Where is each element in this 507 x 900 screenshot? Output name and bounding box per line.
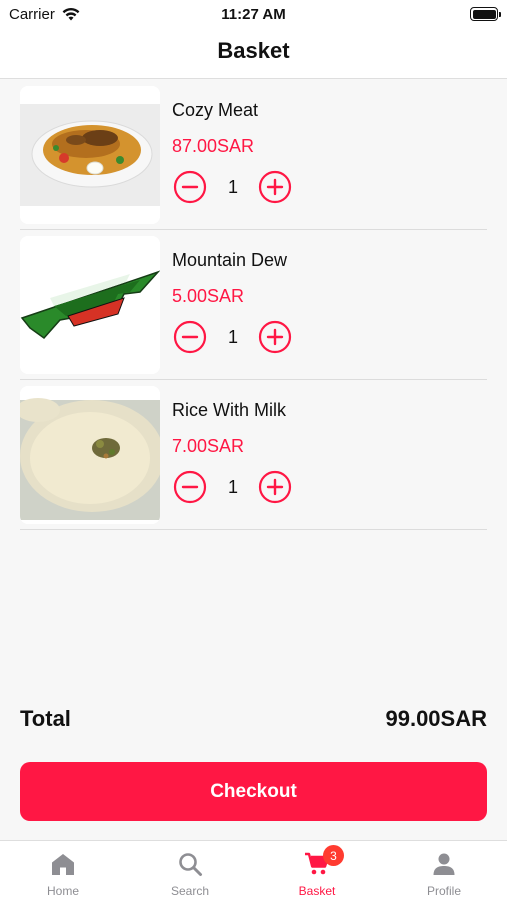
tab-home[interactable]: Home [0, 841, 126, 900]
status-bar: Carrier 11:27 AM [0, 0, 507, 30]
clock: 11:27 AM [221, 6, 286, 23]
quantity-value: 1 [227, 327, 238, 347]
tab-profile[interactable]: Profile [381, 841, 507, 900]
basket-item-rice-with-milk: Rice With Milk 7.00SAR 1 [20, 380, 487, 530]
battery-icon [470, 7, 501, 21]
increase-quantity-button[interactable] [258, 470, 292, 504]
basket-item-cozy-meat: Cozy Meat 87.00SAR 1 [20, 80, 487, 230]
item-price: 7.00SAR [172, 436, 245, 456]
item-image [20, 386, 160, 524]
biryani-plate-image [20, 86, 160, 224]
increase-quantity-button[interactable] [258, 170, 292, 204]
increase-quantity-button[interactable] [258, 320, 292, 354]
home-icon [52, 854, 74, 875]
item-image [20, 86, 160, 224]
item-name: Rice With Milk [172, 400, 287, 420]
tab-bar: Home Search 3 Basket Profile [0, 840, 507, 900]
tab-search[interactable]: Search [127, 841, 253, 900]
decrease-quantity-button[interactable] [173, 470, 207, 504]
checkout-button[interactable]: Checkout [20, 762, 487, 821]
total-value: 99.00SAR [385, 706, 487, 731]
tab-label: Home [46, 884, 79, 898]
item-price: 5.00SAR [172, 286, 245, 306]
mountain-dew-logo-image [20, 236, 160, 374]
quantity-stepper: 1 [172, 170, 312, 206]
quantity-stepper: 1 [172, 470, 312, 506]
tab-label: Profile [426, 884, 461, 898]
header: Basket [0, 30, 507, 79]
search-icon [179, 853, 202, 876]
decrease-quantity-button[interactable] [173, 320, 207, 354]
quantity-value: 1 [227, 177, 238, 197]
quantity-stepper: 1 [172, 320, 312, 356]
tab-basket[interactable]: 3 Basket [254, 841, 380, 900]
rice-pudding-image [20, 386, 160, 524]
item-name: Mountain Dew [172, 250, 288, 270]
item-name: Cozy Meat [172, 100, 259, 120]
cart-count-badge: 3 [323, 845, 344, 866]
quantity-value: 1 [227, 477, 238, 497]
decrease-quantity-button[interactable] [173, 170, 207, 204]
page-title: Basket [217, 38, 290, 63]
person-icon [433, 853, 455, 875]
tab-label: Basket [298, 884, 336, 898]
basket-item-mountain-dew: Mountain Dew 5.00SAR 1 [20, 230, 487, 380]
tab-label: Search [170, 884, 210, 898]
item-price: 87.00SAR [172, 136, 255, 156]
item-image [20, 236, 160, 374]
total-label: Total [20, 706, 71, 731]
